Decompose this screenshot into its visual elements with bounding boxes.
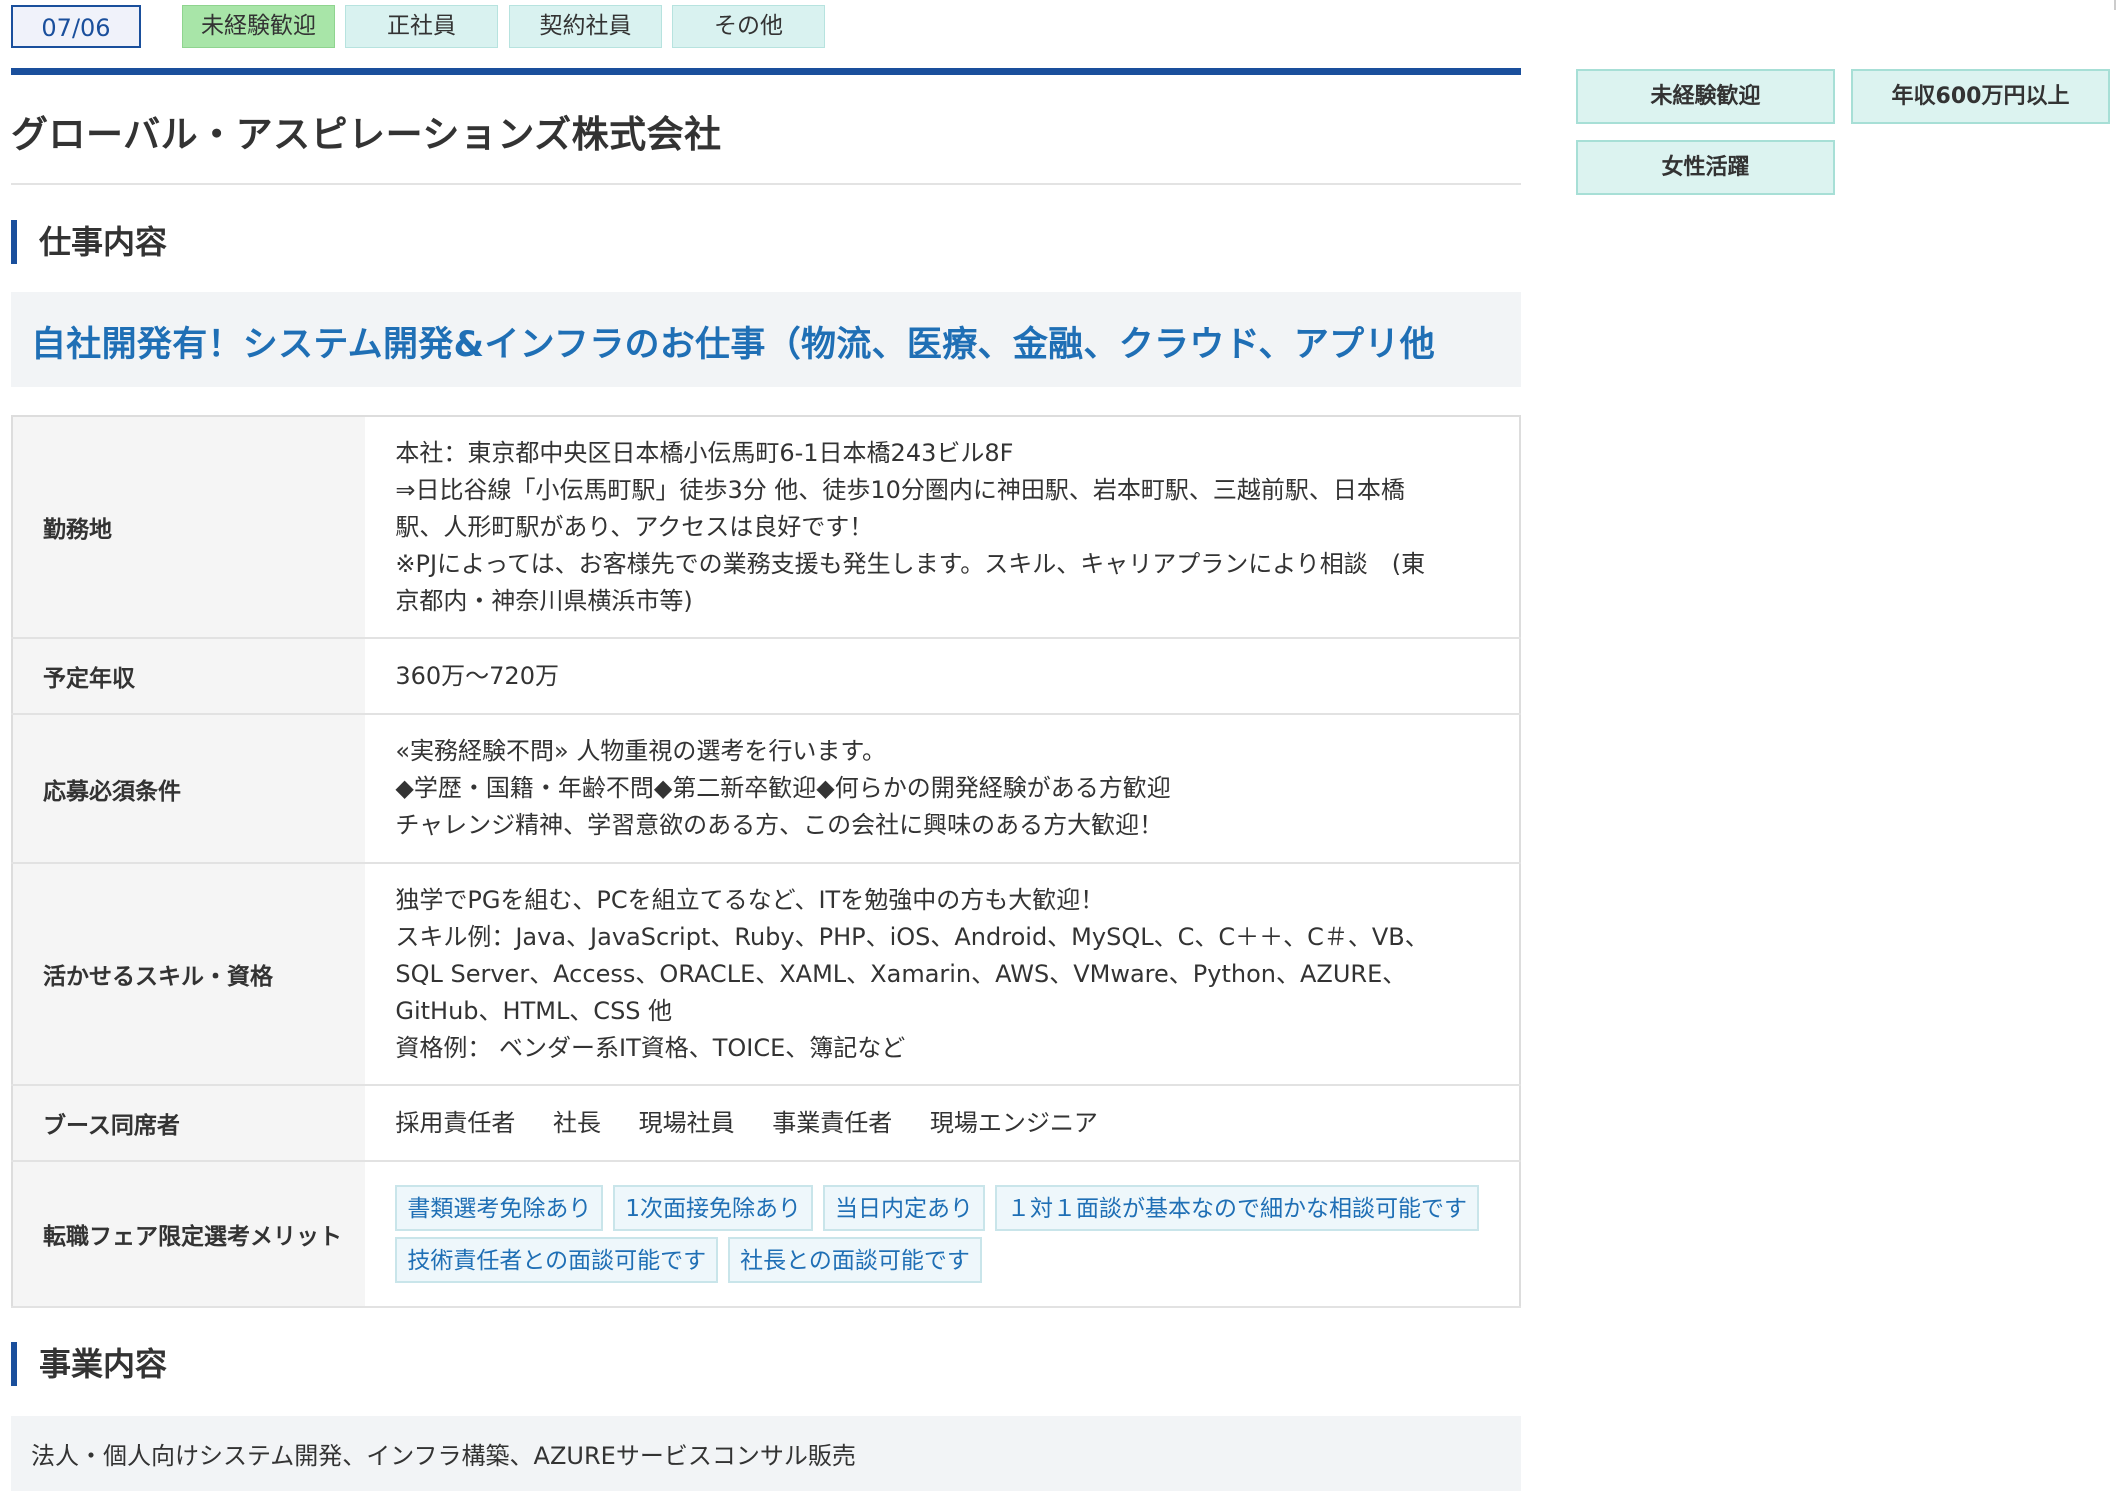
skills-line: 資格例： ベンダー系IT資格、TOICE、簿記など: [395, 1033, 906, 1062]
company-divider: [11, 183, 1521, 185]
salary-label: 予定年収: [12, 638, 366, 715]
merit-badge: 書類選考免除あり: [395, 1185, 604, 1231]
skills-line: 独学でPGを組む、PCを組立てるなど、ITを勉強中の方も大歓迎！: [395, 885, 1105, 914]
location-line: ※PJによっては、お客様先での業務支援も発生します。スキル、キャリアプランにより…: [395, 549, 1426, 578]
feature-tag-inexperienced[interactable]: 未経験歓迎: [1576, 69, 1835, 124]
date-tag: 07/06: [11, 5, 141, 48]
feature-tag-women-active[interactable]: 女性活躍: [1576, 140, 1835, 195]
attendee-item: 現場エンジニア: [929, 1108, 1098, 1137]
feature-tag-salary-600[interactable]: 年収600万円以上: [1851, 69, 2110, 124]
merits-value: 書類選考免除あり 1次面接免除あり 当日内定あり １対１面談が基本なので細かな相談可能…: [365, 1161, 1520, 1308]
requirements-value: «実務経験不問» 人物重視の選考を行います。 ◆学歴・国籍・年齢不問◆第二新卒歓…: [365, 714, 1520, 864]
merit-badge: 社長との面談可能です: [728, 1237, 982, 1283]
location-line: 本社：東京都中央区日本橋小伝馬町6-1日本橋243ビル8F: [395, 438, 1014, 467]
attendee-item: 社長: [553, 1108, 601, 1137]
job-title: 自社開発有！システム開発&インフラのお仕事（物流、医療、金融、クラウド、アプリ他: [31, 325, 1436, 365]
business-heading: 事業内容: [11, 1342, 167, 1386]
attendees-label: ブース同席者: [12, 1085, 366, 1162]
merit-badge: １対１面談が基本なので細かな相談可能です: [995, 1185, 1479, 1231]
table-row: 予定年収 360万～720万: [12, 638, 1520, 715]
tag-inexperienced-welcome: 未経験歓迎: [182, 5, 335, 48]
requirements-line: ◆学歴・国籍・年齢不問◆第二新卒歓迎◆何らかの開発経験がある方歓迎: [395, 774, 1171, 802]
header-divider: [11, 68, 1521, 75]
merit-badge: 技術責任者との面談可能です: [395, 1237, 719, 1283]
company-name: グローバル・アスピレーションズ株式会社: [11, 113, 722, 156]
requirements-label: 応募必須条件: [12, 714, 366, 864]
requirements-line: チャレンジ精神、学習意欲のある方、この会社に興味のある方大歓迎！: [395, 811, 1164, 839]
job-description-heading: 仕事内容: [11, 220, 167, 264]
business-text: 法人・個人向けシステム開発、インフラ構築、AZUREサービスコンサル販売: [31, 1442, 856, 1470]
requirements-line: «実務経験不問» 人物重視の選考を行います。: [395, 737, 886, 765]
tag-full-time: 正社員: [345, 5, 498, 48]
location-line: ⇒日比谷線「小伝馬町駅」徒歩3分 他、徒歩10分圏内に神田駅、岩本町駅、三越前駅…: [395, 475, 1405, 504]
job-title-box: 自社開発有！システム開発&インフラのお仕事（物流、医療、金融、クラウド、アプリ他: [11, 292, 1521, 387]
skills-line: SQL Server、Access、ORACLE、XAML、Xamarin、AW…: [395, 959, 1407, 988]
location-line: 駅、人形町駅があり、アクセスは良好です！: [395, 512, 874, 541]
merit-badge: 当日内定あり: [823, 1185, 985, 1231]
salary-value: 360万～720万: [365, 638, 1520, 715]
scrollbar-edge: [2108, 0, 2116, 10]
location-line: 京都内・神奈川県横浜市等): [395, 586, 693, 615]
tag-other: その他: [672, 5, 825, 48]
location-value: 本社：東京都中央区日本橋小伝馬町6-1日本橋243ビル8F ⇒日比谷線「小伝馬町…: [365, 416, 1520, 639]
job-details-table: 勤務地 本社：東京都中央区日本橋小伝馬町6-1日本橋243ビル8F ⇒日比谷線「…: [11, 415, 1521, 1308]
table-row: 応募必須条件 «実務経験不問» 人物重視の選考を行います。 ◆学歴・国籍・年齢不…: [12, 714, 1520, 864]
table-row: 転職フェア限定選考メリット 書類選考免除あり 1次面接免除あり 当日内定あり １対１面…: [12, 1161, 1520, 1308]
attendees-value: 採用責任者 社長 現場社員 事業責任者 現場エンジニア: [365, 1085, 1520, 1162]
skills-line: GitHub、HTML、CSS 他: [395, 996, 673, 1025]
attendee-item: 採用責任者: [395, 1108, 516, 1137]
location-label: 勤務地: [12, 416, 366, 639]
table-row: 活かせるスキル・資格 独学でPGを組む、PCを組立てるなど、ITを勉強中の方も大…: [12, 863, 1520, 1086]
table-row: 勤務地 本社：東京都中央区日本橋小伝馬町6-1日本橋243ビル8F ⇒日比谷線「…: [12, 416, 1520, 639]
attendee-item: 現場社員: [638, 1108, 735, 1137]
tag-contract: 契約社員: [509, 5, 662, 48]
table-row: ブース同席者 採用責任者 社長 現場社員 事業責任者 現場エンジニア: [12, 1085, 1520, 1162]
business-box: 法人・個人向けシステム開発、インフラ構築、AZUREサービスコンサル販売: [11, 1416, 1521, 1491]
skills-line: スキル例：Java、JavaScript、Ruby、PHP、iOS、Androi…: [395, 922, 1429, 951]
skills-label: 活かせるスキル・資格: [12, 863, 366, 1086]
skills-value: 独学でPGを組む、PCを組立てるなど、ITを勉強中の方も大歓迎！ スキル例：Ja…: [365, 863, 1520, 1086]
merits-label: 転職フェア限定選考メリット: [12, 1161, 366, 1308]
merit-badge: 1次面接免除あり: [613, 1185, 813, 1231]
attendee-item: 事業責任者: [772, 1108, 893, 1137]
